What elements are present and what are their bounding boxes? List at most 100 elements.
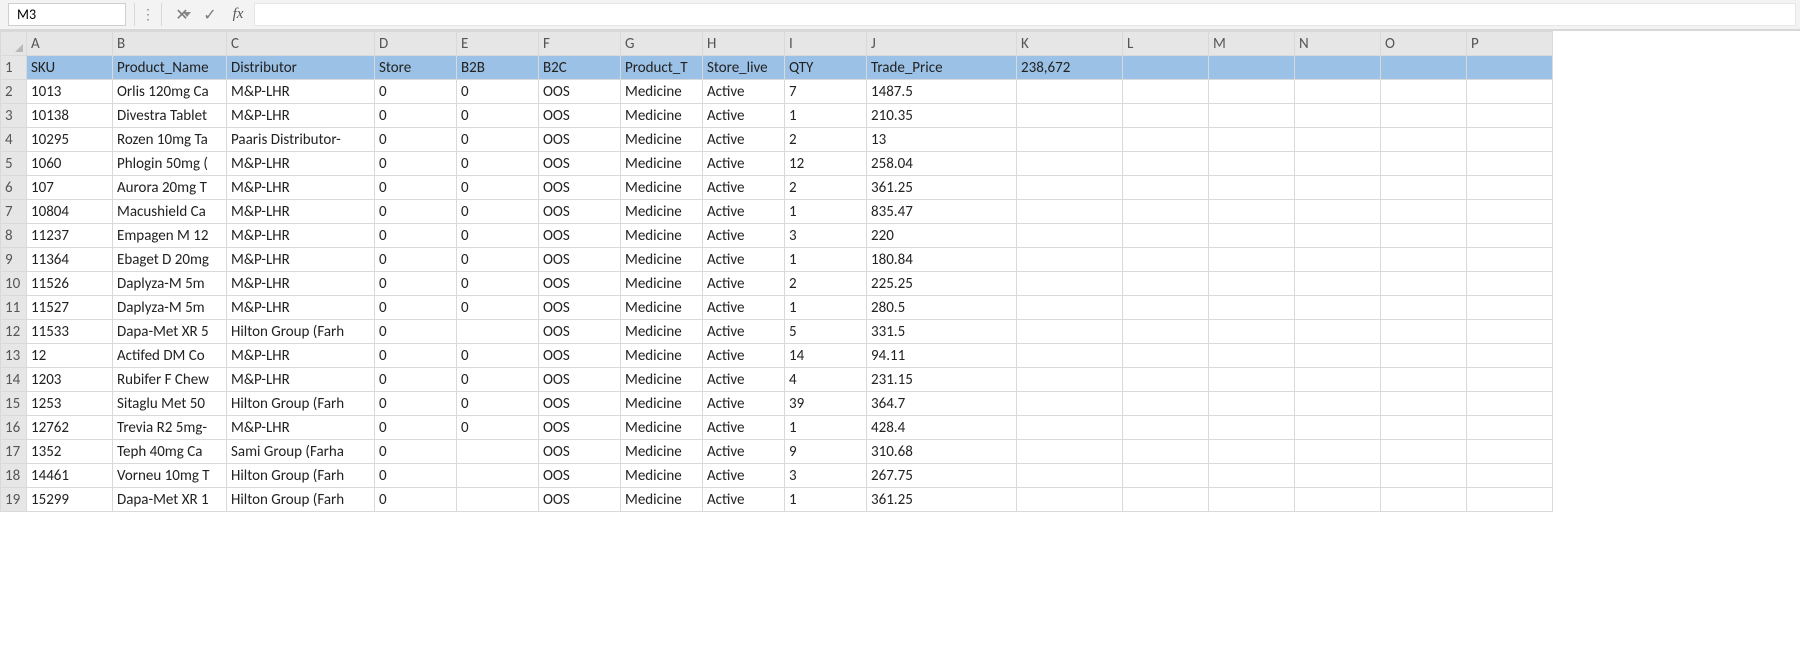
cell[interactable] — [1017, 320, 1123, 344]
spreadsheet-grid[interactable]: A B C D E F G H I J K L M N O P 1SKUProd… — [0, 30, 1800, 512]
cell[interactable]: 361.25 — [867, 488, 1017, 512]
row-header[interactable]: 6 — [1, 176, 27, 200]
cell[interactable]: 12 — [27, 344, 113, 368]
cell[interactable] — [1467, 176, 1553, 200]
cell[interactable]: 14 — [785, 344, 867, 368]
row-header[interactable]: 18 — [1, 464, 27, 488]
cell[interactable]: 0 — [375, 248, 457, 272]
row-header[interactable]: 3 — [1, 104, 27, 128]
cell[interactable] — [1467, 320, 1553, 344]
cell[interactable]: Medicine — [621, 368, 703, 392]
cell[interactable]: 0 — [375, 464, 457, 488]
cell[interactable]: Dapa-Met XR 5 — [113, 320, 227, 344]
cell[interactable] — [1467, 368, 1553, 392]
cell[interactable]: 1 — [785, 416, 867, 440]
cell[interactable]: Medicine — [621, 128, 703, 152]
cell[interactable] — [1209, 248, 1295, 272]
cell[interactable]: 1 — [785, 200, 867, 224]
cell[interactable]: 0 — [457, 368, 539, 392]
cell[interactable] — [1017, 80, 1123, 104]
cell[interactable]: OOS — [539, 272, 621, 296]
cell[interactable]: OOS — [539, 440, 621, 464]
cell[interactable] — [1123, 488, 1209, 512]
cell[interactable]: OOS — [539, 488, 621, 512]
row-header[interactable]: 8 — [1, 224, 27, 248]
cell[interactable] — [1467, 128, 1553, 152]
cell[interactable] — [1123, 368, 1209, 392]
cell[interactable]: Medicine — [621, 248, 703, 272]
cell[interactable]: Divestra Tablet — [113, 104, 227, 128]
cell[interactable] — [1295, 128, 1381, 152]
cell[interactable] — [1381, 80, 1467, 104]
cell[interactable]: 14461 — [27, 464, 113, 488]
cell[interactable]: 2 — [785, 176, 867, 200]
row-header[interactable]: 9 — [1, 248, 27, 272]
cell[interactable]: 0 — [375, 200, 457, 224]
cell[interactable]: OOS — [539, 128, 621, 152]
cell[interactable]: 7 — [785, 80, 867, 104]
col-header-B[interactable]: B — [113, 32, 227, 56]
cell[interactable] — [1017, 128, 1123, 152]
cell[interactable]: Product_Name — [113, 56, 227, 80]
cell[interactable]: 0 — [375, 152, 457, 176]
cell[interactable] — [1467, 80, 1553, 104]
cell[interactable] — [1017, 488, 1123, 512]
select-all-corner[interactable] — [1, 32, 27, 56]
cell[interactable] — [1381, 344, 1467, 368]
cell[interactable]: 4 — [785, 368, 867, 392]
cell[interactable] — [1123, 464, 1209, 488]
cell[interactable] — [1209, 200, 1295, 224]
cell[interactable]: B2B — [457, 56, 539, 80]
cell[interactable]: Medicine — [621, 488, 703, 512]
cell[interactable] — [1467, 488, 1553, 512]
cell[interactable] — [1295, 272, 1381, 296]
cell[interactable]: 107 — [27, 176, 113, 200]
cell[interactable] — [457, 320, 539, 344]
row-header[interactable]: 4 — [1, 128, 27, 152]
cell[interactable]: Active — [703, 392, 785, 416]
cell[interactable] — [1381, 368, 1467, 392]
cell[interactable]: 0 — [375, 272, 457, 296]
cell[interactable]: Vorneu 10mg T — [113, 464, 227, 488]
cell[interactable]: Active — [703, 368, 785, 392]
cell[interactable] — [1123, 152, 1209, 176]
cell[interactable]: OOS — [539, 152, 621, 176]
cell[interactable]: 1013 — [27, 80, 113, 104]
cell[interactable] — [1209, 56, 1295, 80]
cell[interactable]: Active — [703, 488, 785, 512]
cell[interactable]: 310.68 — [867, 440, 1017, 464]
cell[interactable]: 0 — [457, 200, 539, 224]
name-box[interactable] — [8, 3, 126, 26]
cell[interactable]: Distributor — [227, 56, 375, 80]
col-header-N[interactable]: N — [1295, 32, 1381, 56]
cell[interactable] — [1209, 80, 1295, 104]
cell[interactable]: 11364 — [27, 248, 113, 272]
cell[interactable]: Medicine — [621, 176, 703, 200]
cell[interactable] — [1017, 176, 1123, 200]
col-header-C[interactable]: C — [227, 32, 375, 56]
cell[interactable] — [1123, 224, 1209, 248]
cell[interactable]: 12 — [785, 152, 867, 176]
row-header[interactable]: 11 — [1, 296, 27, 320]
cell[interactable]: Store_live — [703, 56, 785, 80]
cell[interactable]: 361.25 — [867, 176, 1017, 200]
row-header[interactable]: 19 — [1, 488, 27, 512]
cell[interactable] — [1123, 176, 1209, 200]
cell[interactable]: OOS — [539, 368, 621, 392]
cell[interactable]: 0 — [457, 104, 539, 128]
cell[interactable]: Hilton Group (Farh — [227, 392, 375, 416]
cell[interactable]: 3 — [785, 464, 867, 488]
cell[interactable] — [1381, 272, 1467, 296]
cell[interactable]: 0 — [375, 296, 457, 320]
cell[interactable] — [1467, 104, 1553, 128]
col-header-I[interactable]: I — [785, 32, 867, 56]
col-header-F[interactable]: F — [539, 32, 621, 56]
cell[interactable] — [1381, 488, 1467, 512]
cell[interactable]: Medicine — [621, 224, 703, 248]
cell[interactable] — [1209, 224, 1295, 248]
col-header-O[interactable]: O — [1381, 32, 1467, 56]
cell[interactable]: Paaris Distributor- — [227, 128, 375, 152]
cell[interactable]: OOS — [539, 320, 621, 344]
cell[interactable]: 1203 — [27, 368, 113, 392]
cell[interactable] — [1467, 56, 1553, 80]
